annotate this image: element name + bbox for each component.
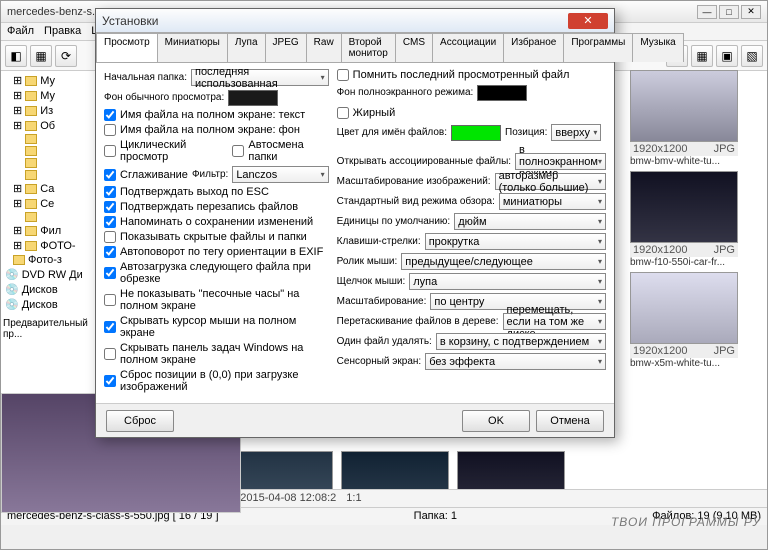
wheel-combo[interactable]: предыдущее/следующее — [401, 253, 606, 270]
touch-combo[interactable]: без эффекта — [425, 353, 606, 370]
tab-music[interactable]: Музыка — [632, 33, 683, 62]
maximize-button[interactable]: □ — [719, 5, 739, 19]
tabs: Просмотр Миниатюры Лупа JPEG Raw Второй … — [96, 33, 614, 63]
filename-text-check[interactable]: Имя файла на полном экране: текст — [104, 109, 329, 121]
filter-combo[interactable]: Lanczos — [232, 166, 328, 183]
show-hidden-check[interactable]: Показывать скрытые файлы и папки — [104, 231, 329, 243]
open-assoc-combo[interactable]: в полноэкранном режиме — [515, 153, 606, 170]
tab-prog[interactable]: Программы — [563, 33, 633, 62]
tab-raw[interactable]: Raw — [306, 33, 342, 62]
thumbnail[interactable]: 1920x1200JPG bmw-x5m-white-tu... — [630, 272, 738, 369]
preview-label: Предварительный пр... — [3, 318, 98, 340]
smoothing-check[interactable]: Сглаживание — [104, 169, 188, 181]
autoload-next-check[interactable]: Автозагрузка следующего файла при обрезк… — [104, 261, 329, 285]
thumbnail[interactable]: 1920x1200JPG bmw-f10-550i-car-fr... — [630, 171, 738, 268]
fs-bg-swatch[interactable] — [477, 85, 527, 101]
position-combo[interactable]: вверху — [551, 124, 601, 141]
tab-cms[interactable]: CMS — [395, 33, 433, 62]
exif-rotate-check[interactable]: Автоповорот по тегу ориентации в EXIF — [104, 246, 329, 258]
bold-check[interactable]: Жирный — [337, 107, 396, 119]
cyclic-check[interactable]: Циклический просмотр — [104, 139, 228, 163]
hide-taskbar-check[interactable]: Скрывать панель задач Windows на полном … — [104, 342, 329, 366]
confirm-esc-check[interactable]: Подтверждать выход по ESC — [104, 186, 329, 198]
tab-assoc[interactable]: Ассоциации — [432, 33, 504, 62]
thumbnail[interactable]: 1920x1200JPG bmw-bmv-white-tu... — [630, 70, 738, 167]
tab-loupe[interactable]: Лупа — [227, 33, 266, 62]
menu-file[interactable]: Файл — [7, 25, 34, 38]
remember-last-check[interactable]: Помнить последний просмотренный файл — [337, 69, 606, 81]
tool-btn[interactable]: ▧ — [741, 45, 763, 67]
name-color-swatch[interactable] — [451, 125, 501, 141]
tool-btn[interactable]: ▣ — [716, 45, 738, 67]
tab-monitor[interactable]: Второй монитор — [341, 33, 396, 62]
tab-fav[interactable]: Избраное — [503, 33, 564, 62]
tool-btn[interactable]: ⟳ — [55, 45, 77, 67]
tab-jpeg[interactable]: JPEG — [265, 33, 307, 62]
start-folder-combo[interactable]: последняя использованная — [191, 69, 329, 86]
bg-color-swatch[interactable] — [228, 90, 278, 106]
filename-bg-check[interactable]: Имя файла на полном экране: фон — [104, 124, 329, 136]
thumbnail[interactable]: 1920x1200JPG mercedes-ml63-am... — [225, 451, 333, 489]
std-view-combo[interactable]: миниатюры — [499, 193, 606, 210]
tool-btn[interactable]: ▦ — [691, 45, 713, 67]
menu-edit[interactable]: Правка — [44, 25, 81, 38]
cancel-button[interactable]: Отмена — [536, 410, 604, 432]
drag-tree-combo[interactable]: перемещать, если на том же диске — [503, 313, 606, 330]
reset-pos-check[interactable]: Сброс позиции в (0,0) при загрузке изобр… — [104, 369, 329, 393]
units-combo[interactable]: дюйм — [454, 213, 606, 230]
tab-thumbs[interactable]: Миниатюры — [157, 33, 228, 62]
watermark: ТВОИ ПРОГРАММЫ РУ — [611, 515, 761, 529]
dialog-close-button[interactable]: ✕ — [568, 13, 608, 29]
confirm-overwrite-check[interactable]: Подтверждать перезапись файлов — [104, 201, 329, 213]
scale-combo[interactable]: авторазмер (только большие) — [495, 173, 606, 190]
autosave-check[interactable]: Автосмена папки — [232, 139, 328, 163]
minimize-button[interactable]: — — [697, 5, 717, 19]
tool-btn[interactable]: ▦ — [30, 45, 52, 67]
ok-button[interactable]: OK — [462, 410, 530, 432]
close-button[interactable]: ✕ — [741, 5, 761, 19]
tool-btn[interactable]: ◧ — [5, 45, 27, 67]
settings-dialog: Установки ✕ Просмотр Миниатюры Лупа JPEG… — [95, 8, 615, 438]
click-combo[interactable]: лупа — [409, 273, 606, 290]
no-hourglass-check[interactable]: Не показывать "песочные часы" на полном … — [104, 288, 329, 312]
arrows-combo[interactable]: прокрутка — [425, 233, 606, 250]
thumbnail[interactable]: 1920x1200JPG nissan-dualis-mashi... — [341, 451, 449, 489]
remind-save-check[interactable]: Напоминать о сохранении изменений — [104, 216, 329, 228]
tab-view[interactable]: Просмотр — [96, 33, 158, 62]
thumbnail[interactable]: 1920x1200JPG widescreen-walls-nis... — [457, 451, 565, 489]
hide-cursor-check[interactable]: Скрывать курсор мыши на полном экране — [104, 315, 329, 339]
reset-button[interactable]: Сброс — [106, 410, 174, 432]
del-one-combo[interactable]: в корзину, с подтверждением — [436, 333, 606, 350]
dialog-title: Установки — [102, 14, 568, 28]
